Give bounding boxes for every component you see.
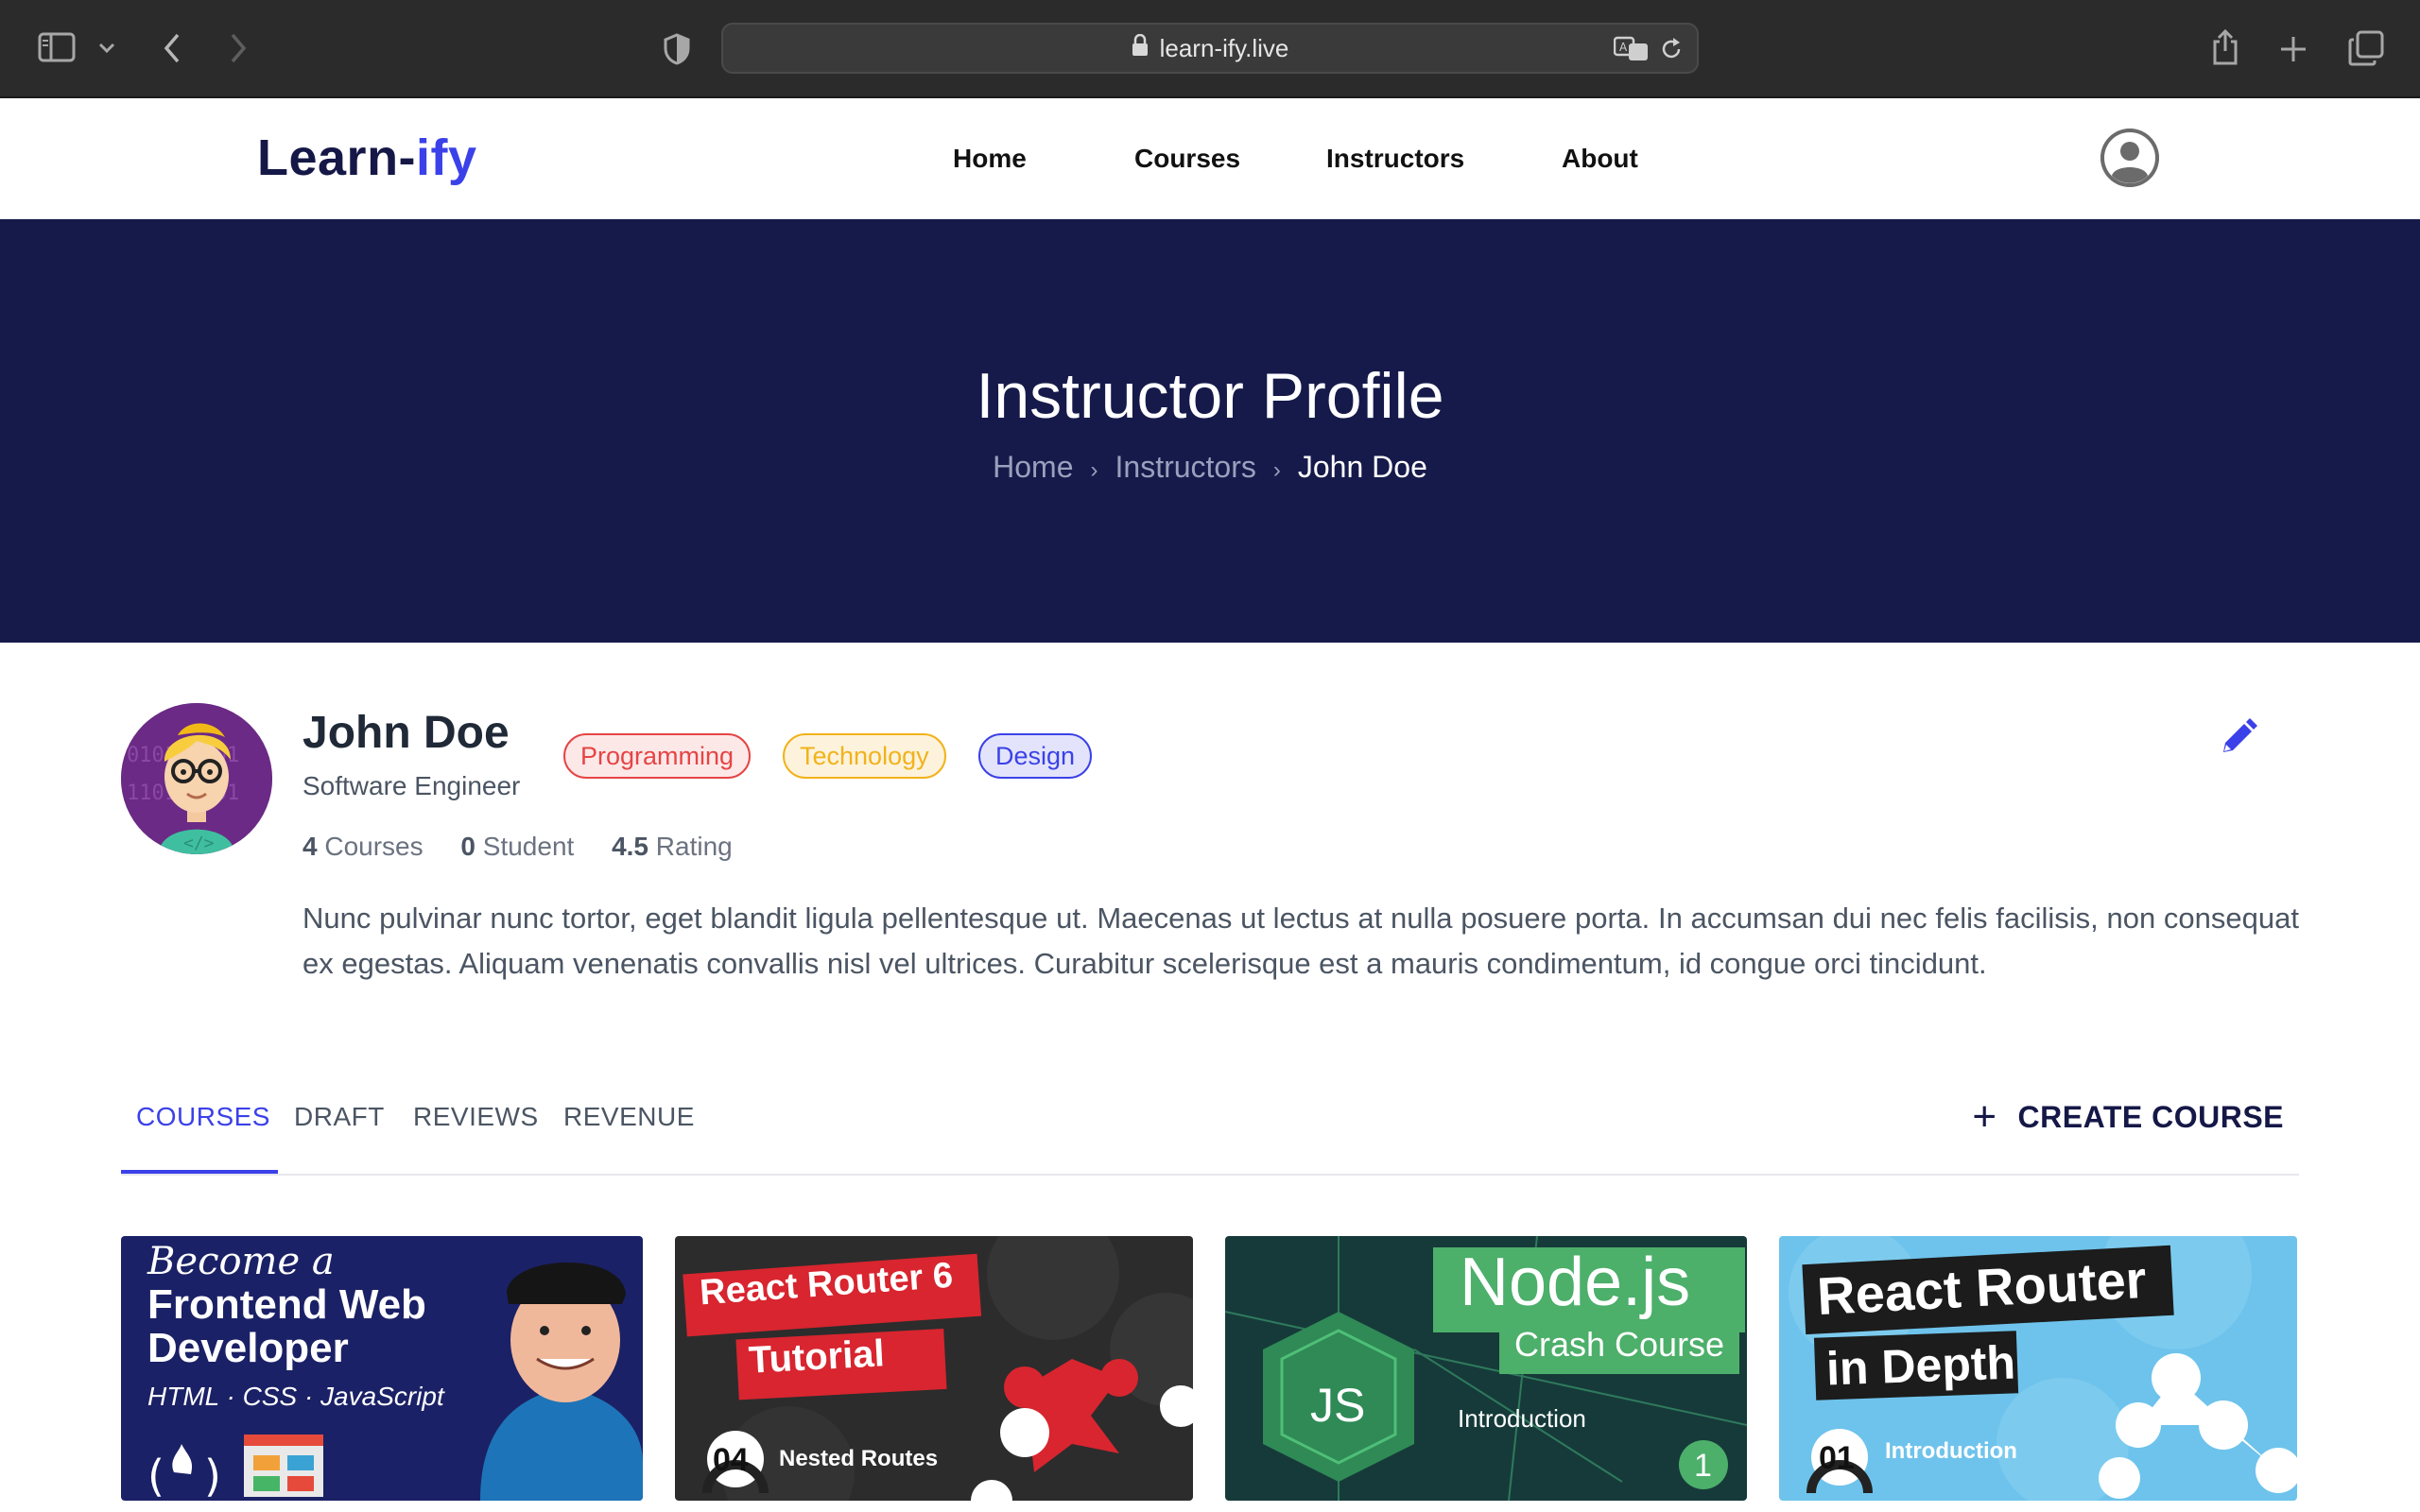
page-title: Instructor Profile [976, 360, 1444, 432]
plus-icon: + [1972, 1093, 1997, 1140]
course-episode: 1 [1694, 1448, 1712, 1484]
site-header: Learn-ify Home Courses Instructors About [0, 98, 2420, 219]
course-episode-label: Nested Routes [779, 1446, 939, 1471]
instructor-title: Software Engineer [302, 771, 521, 800]
course-line2: in Depth [1825, 1335, 2016, 1396]
tab-overview-icon[interactable] [2346, 28, 2386, 68]
url-text: learn-ify.live [1159, 33, 1289, 62]
course-line1: Become a [147, 1240, 335, 1283]
course-card[interactable]: ( ) Become a Frontend Web Developer HTML… [121, 1236, 643, 1501]
sidebar-toggle-icon[interactable] [38, 30, 76, 64]
breadcrumb-instructors[interactable]: Instructors [1115, 450, 1256, 484]
svg-text:A: A [1619, 41, 1628, 54]
privacy-shield-icon[interactable] [658, 30, 696, 68]
chevron-down-icon[interactable] [95, 36, 119, 60]
tab-draft[interactable]: DRAFT [294, 1102, 385, 1132]
stat-students: 0 Student [460, 832, 574, 861]
tag-design: Design [978, 733, 1093, 779]
instructor-avatar: 0101 0101 1101 1001 </> [121, 703, 272, 854]
logo-accent-text: ify [416, 129, 477, 186]
instructor-stats: 4 Courses 0 Student 4.5 Rating [302, 832, 763, 862]
course-card[interactable]: React Router in Depth 01 Introduction [1779, 1236, 2297, 1501]
course-episode-label: Introduction [1885, 1438, 2017, 1464]
nav-home[interactable]: Home [953, 144, 1027, 174]
course-episode-label: Introduction [1458, 1404, 1586, 1433]
site-logo[interactable]: Learn-ify [257, 129, 477, 187]
profile-tabs: COURSES DRAFT REVIEWS REVENUE + CREATE C… [121, 1077, 2299, 1176]
tag-programming: Programming [563, 733, 752, 779]
stat-rating: 4.5 Rating [612, 832, 733, 861]
tab-reviews[interactable]: REVIEWS [413, 1102, 539, 1132]
instructor-name: John Doe [302, 708, 510, 758]
breadcrumb-current: John Doe [1297, 450, 1427, 484]
course-line2: Frontend Web [147, 1281, 426, 1328]
forward-icon[interactable] [223, 30, 253, 66]
lock-icon [1132, 33, 1149, 63]
browser-chrome: learn-ify.live A [0, 0, 2420, 98]
js-badge: JS [1310, 1379, 1366, 1432]
create-course-button[interactable]: + CREATE COURSE [1972, 1096, 2284, 1138]
course-line1: Node.js [1460, 1245, 1691, 1320]
breadcrumb-home[interactable]: Home [993, 450, 1073, 484]
students-label: Student [482, 832, 575, 861]
breadcrumb-separator-icon: › [1272, 457, 1281, 483]
tag-technology: Technology [783, 733, 946, 779]
back-icon[interactable] [157, 30, 187, 66]
reload-icon[interactable] [1659, 37, 1684, 68]
breadcrumb-separator-icon: › [1090, 457, 1098, 483]
course-line2: Tutorial [747, 1332, 886, 1382]
logo-main-text: Learn- [257, 129, 417, 186]
svg-text:(: ( [147, 1451, 164, 1501]
breadcrumb: Home › Instructors › John Doe [0, 450, 2420, 485]
tab-revenue[interactable]: REVENUE [563, 1102, 695, 1132]
course-line2: Crash Course [1514, 1325, 1725, 1364]
rating-label: Rating [655, 832, 733, 861]
hero-banner: Instructor Profile Home › Instructors › John… [0, 219, 2420, 643]
create-course-label: CREATE COURSE [2017, 1099, 2284, 1134]
courses-count: 4 [302, 832, 318, 861]
course-card[interactable]: Node.js Crash Course JS Introduction 1 [1225, 1236, 1747, 1501]
tab-courses[interactable]: COURSES [136, 1102, 270, 1132]
nav-courses[interactable]: Courses [1134, 144, 1240, 174]
new-tab-icon[interactable] [2274, 30, 2312, 68]
stat-courses: 4 Courses [302, 832, 424, 861]
instructor-bio: Nunc pulvinar nunc tortor, eget blandit … [302, 902, 2299, 980]
courses-label: Courses [324, 832, 424, 861]
course-subtitle: HTML · CSS · JavaScript [147, 1382, 444, 1411]
course-episode: 04 [713, 1442, 749, 1478]
edit-profile-icon[interactable] [2218, 716, 2259, 758]
translate-icon[interactable]: A [1613, 36, 1650, 69]
nav-instructors[interactable]: Instructors [1326, 144, 1464, 174]
address-bar[interactable]: learn-ify.live A [721, 23, 1699, 74]
svg-text:</>: </> [183, 833, 215, 853]
students-count: 0 [460, 832, 475, 861]
share-icon[interactable] [2206, 26, 2244, 68]
rating-value: 4.5 [612, 832, 649, 861]
course-episode: 01 [1819, 1440, 1855, 1476]
course-card[interactable]: React Router 6 Tutorial 04 Nested Routes [675, 1236, 1193, 1501]
user-account-icon[interactable] [2100, 129, 2159, 187]
course-line3: Developer [147, 1325, 349, 1371]
active-tab-indicator [121, 1170, 278, 1174]
svg-text:): ) [204, 1451, 221, 1501]
nav-about[interactable]: About [1562, 144, 1638, 174]
